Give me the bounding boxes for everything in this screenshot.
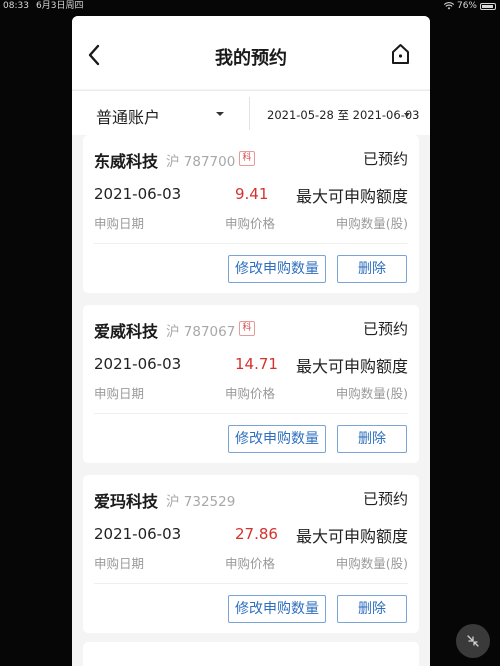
- apply-date-value: 2021-06-03: [94, 525, 182, 543]
- modify-quantity-button[interactable]: 修改申购数量: [228, 425, 326, 453]
- stock-code: 沪 732529: [166, 494, 236, 510]
- stock-name: 爱威科技: [94, 322, 159, 341]
- reservation-status: 已预约: [362, 150, 408, 168]
- caret-down-icon: [216, 112, 224, 116]
- modify-quantity-button[interactable]: 修改申购数量: [228, 595, 326, 623]
- battery-percent: 76%: [456, 1, 477, 11]
- collapse-button[interactable]: [456, 624, 490, 658]
- wifi-icon: [443, 2, 454, 10]
- apply-quantity-value: 最大可申购额度: [295, 357, 408, 376]
- reservation-card-partial: [83, 642, 419, 666]
- filter-bar: 普通账户 2021-05-28 至 2021-06-03: [72, 90, 430, 135]
- collapse-arrows-icon: [467, 635, 479, 647]
- status-bar: 08:33 6月3日周四 76%: [0, 0, 500, 12]
- apply-date-label: 申购日期: [94, 216, 145, 231]
- card-divider: [94, 583, 408, 584]
- reservation-card: 爱威科技 沪 787067 科 已预约 2021-06-03 14.71 最大可…: [83, 305, 419, 463]
- apply-price-label: 申购价格: [225, 556, 276, 571]
- apply-quantity-value: 最大可申购额度: [295, 187, 408, 206]
- battery-icon: [480, 2, 496, 10]
- stock-name: 东威科技: [94, 152, 159, 171]
- card-divider: [94, 243, 408, 244]
- apply-date-value: 2021-06-03: [94, 355, 182, 373]
- status-time: 08:33: [3, 1, 29, 11]
- stock-name: 爱玛科技: [94, 492, 159, 511]
- apply-date-label: 申购日期: [94, 556, 145, 571]
- app-screen: 我的预约 普通账户 2021-05-28 至 2021-06-03 东威科技 沪…: [72, 16, 430, 666]
- status-right: 76%: [443, 0, 496, 12]
- home-icon[interactable]: [391, 43, 410, 65]
- account-type-label: 普通账户: [96, 108, 161, 127]
- modify-quantity-button[interactable]: 修改申购数量: [228, 255, 326, 283]
- navigation-bar: 我的预约: [72, 16, 430, 89]
- account-type-dropdown[interactable]: 普通账户: [72, 91, 248, 136]
- delete-button[interactable]: 删除: [337, 425, 407, 453]
- reservation-card: 东威科技 沪 787700 科 已预约 2021-06-03 9.41 最大可申…: [83, 135, 419, 293]
- apply-date-value: 2021-06-03: [94, 185, 182, 203]
- chevron-left-icon[interactable]: [87, 44, 101, 66]
- reservation-status: 已预约: [362, 490, 408, 508]
- apply-quantity-label: 申购数量(股): [335, 386, 408, 401]
- page-title: 我的预约: [215, 48, 287, 69]
- star-market-badge: 科: [239, 151, 255, 166]
- apply-price-value: 14.71: [235, 355, 278, 373]
- date-range-dropdown[interactable]: 2021-05-28 至 2021-06-03: [250, 91, 430, 136]
- star-market-badge: 科: [239, 321, 255, 336]
- stock-code: 沪 787067: [166, 324, 236, 340]
- apply-price-label: 申购价格: [225, 386, 276, 401]
- status-date: 6月3日周四: [36, 1, 84, 11]
- apply-price-label: 申购价格: [225, 216, 276, 231]
- apply-price-value: 27.86: [235, 525, 278, 543]
- apply-quantity-label: 申购数量(股): [335, 216, 408, 231]
- delete-button[interactable]: 删除: [337, 255, 407, 283]
- apply-date-label: 申购日期: [94, 386, 145, 401]
- stock-code: 沪 787700: [166, 154, 236, 170]
- card-divider: [94, 413, 408, 414]
- reservation-card: 爱玛科技 沪 732529 已预约 2021-06-03 27.86 最大可申购…: [83, 475, 419, 633]
- apply-quantity-label: 申购数量(股): [335, 556, 408, 571]
- caret-down-icon: [404, 113, 410, 117]
- reservation-status: 已预约: [362, 320, 408, 338]
- delete-button[interactable]: 删除: [337, 595, 407, 623]
- apply-quantity-value: 最大可申购额度: [295, 527, 408, 546]
- apply-price-value: 9.41: [235, 185, 269, 203]
- date-range-label: 2021-05-28 至 2021-06-03: [267, 108, 420, 122]
